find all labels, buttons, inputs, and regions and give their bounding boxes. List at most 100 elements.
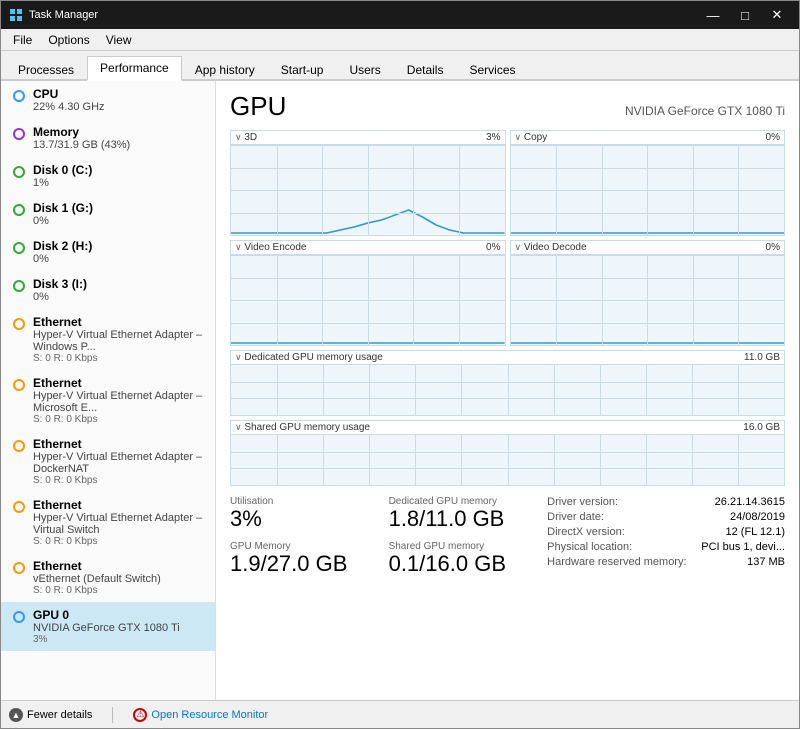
tab-users[interactable]: Users: [336, 58, 393, 81]
tab-start-up[interactable]: Start-up: [268, 58, 337, 81]
info-value-2: 12 (FL 12.1): [726, 526, 786, 538]
memory-grid-v-0-6: [508, 365, 509, 415]
open-resource-monitor-button[interactable]: ⚠ Open Resource Monitor: [133, 708, 268, 722]
sidebar-dot-disk3: [13, 280, 25, 292]
grid-v-3-5: [738, 255, 739, 345]
sidebar-title-disk2: Disk 2 (H:): [33, 239, 203, 253]
menubar: FileOptionsView: [1, 29, 799, 51]
info-label-3: Physical location:: [547, 541, 632, 553]
sidebar-text-gpu0: GPU 0NVIDIA GeForce GTX 1080 Ti3%: [33, 608, 203, 645]
memory-grid-v-0-5: [461, 365, 462, 415]
stat-item-0: Utilisation3%: [230, 496, 389, 531]
memory-grid-v-1-2: [323, 435, 324, 485]
stat-value-2-1: 0.1/16.0 GB: [389, 552, 548, 576]
memory-grid-v-1-3: [369, 435, 370, 485]
chart-box-copy: ∨ Copy0%: [510, 130, 786, 236]
fewer-details-button[interactable]: ▲ Fewer details: [9, 708, 92, 722]
memory-grid-v-1-9: [646, 435, 647, 485]
memory-grid-v-0-3: [369, 365, 370, 415]
grid-v-3-2: [602, 255, 603, 345]
sidebar-subtitle-eth2: Hyper-V Virtual Ethernet Adapter – Docke…: [33, 451, 203, 475]
menu-item-view[interactable]: View: [98, 31, 140, 49]
stats-col-1: Utilisation3%GPU Memory1.9/27.0 GB: [230, 496, 389, 586]
memory-grid-v-0-4: [415, 365, 416, 415]
stat-value-1: 1.9/27.0 GB: [230, 552, 389, 576]
menu-item-options[interactable]: Options: [40, 31, 97, 49]
minimize-button[interactable]: —: [699, 5, 727, 25]
stat-value-2-0: 1.8/11.0 GB: [389, 507, 548, 531]
info-row-3: Physical location:PCI bus 1, devi...: [547, 541, 785, 553]
tab-processes[interactable]: Processes: [5, 58, 87, 81]
sidebar-text-eth1: EthernetHyper-V Virtual Ethernet Adapter…: [33, 376, 203, 425]
tab-app-history[interactable]: App history: [182, 58, 268, 81]
sidebar-subtitle-cpu: 22% 4.30 GHz: [33, 101, 203, 113]
memory-chart-box-1: ∨ Shared GPU memory usage16.0 GB: [230, 420, 785, 486]
charts-grid: ∨ 3D3%∨ Copy0%∨ Video Encode0%∨ Video De…: [230, 130, 785, 346]
memory-chart-area-1: [231, 435, 784, 485]
sidebar-text-memory: Memory13.7/31.9 GB (43%): [33, 125, 203, 151]
grid-v-3-4: [693, 255, 694, 345]
sidebar-sub2-eth4: S: 0 R: 0 Kbps: [33, 585, 203, 596]
sidebar-item-gpu0[interactable]: GPU 0NVIDIA GeForce GTX 1080 Ti3%: [1, 602, 215, 651]
chart-area-1: [511, 145, 785, 235]
memory-grid-v-1-10: [692, 435, 693, 485]
sidebar-subtitle-disk3: 0%: [33, 291, 203, 303]
menu-item-file[interactable]: File: [5, 31, 40, 49]
memory-grid-v-1-1: [277, 435, 278, 485]
gpu-title: GPU: [230, 91, 286, 122]
sidebar-item-eth4[interactable]: EthernetvEthernet (Default Switch)S: 0 R…: [1, 553, 215, 602]
sidebar-item-eth3[interactable]: EthernetHyper-V Virtual Ethernet Adapter…: [1, 492, 215, 553]
sidebar-item-memory[interactable]: Memory13.7/31.9 GB (43%): [1, 119, 215, 157]
sidebar-dot-eth3: [13, 501, 25, 513]
memory-grid-v-0-7: [554, 365, 555, 415]
sidebar-title-eth2: Ethernet: [33, 437, 203, 451]
sidebar-item-disk1[interactable]: Disk 1 (G:)0%: [1, 195, 215, 233]
memory-grid-v-1-6: [508, 435, 509, 485]
task-manager-window: Task Manager — □ ✕ FileOptionsView Proce…: [0, 0, 800, 729]
grid-v-1-5: [738, 145, 739, 235]
sidebar-sub2-eth1: S: 0 R: 0 Kbps: [33, 414, 203, 425]
grid-v-2-5: [459, 255, 460, 345]
grid-v-2-4: [413, 255, 414, 345]
tab-services[interactable]: Services: [456, 58, 528, 81]
sidebar-subtitle-gpu0: NVIDIA GeForce GTX 1080 Ti: [33, 622, 203, 634]
chart-box-video-decode: ∨ Video Decode0%: [510, 240, 786, 346]
sidebar-subtitle-eth1: Hyper-V Virtual Ethernet Adapter – Micro…: [33, 390, 203, 414]
memory-grid-v-0-8: [600, 365, 601, 415]
memory-grid-v-1-8: [600, 435, 601, 485]
memory-grid-v-1-7: [554, 435, 555, 485]
sidebar-item-cpu[interactable]: CPU22% 4.30 GHz: [1, 81, 215, 119]
gpu-name: NVIDIA GeForce GTX 1080 Ti: [625, 104, 785, 118]
sidebar-text-eth0: EthernetHyper-V Virtual Ethernet Adapter…: [33, 315, 203, 364]
sidebar-item-eth1[interactable]: EthernetHyper-V Virtual Ethernet Adapter…: [1, 370, 215, 431]
tab-performance[interactable]: Performance: [87, 56, 182, 81]
sidebar-item-disk0[interactable]: Disk 0 (C:)1%: [1, 157, 215, 195]
sidebar-title-disk0: Disk 0 (C:): [33, 163, 203, 177]
sidebar-item-eth0[interactable]: EthernetHyper-V Virtual Ethernet Adapter…: [1, 309, 215, 370]
sidebar-item-disk2[interactable]: Disk 2 (H:)0%: [1, 233, 215, 271]
grid-v-1-3: [647, 145, 648, 235]
info-label-2: DirectX version:: [547, 526, 625, 538]
close-button[interactable]: ✕: [763, 5, 791, 25]
tab-details[interactable]: Details: [394, 58, 457, 81]
maximize-button[interactable]: □: [731, 5, 759, 25]
chart-grid-2: [231, 255, 505, 345]
sidebar-subtitle-memory: 13.7/31.9 GB (43%): [33, 139, 203, 151]
sidebar-item-disk3[interactable]: Disk 3 (I:)0%: [1, 271, 215, 309]
sidebar-sub2-eth0: S: 0 R: 0 Kbps: [33, 353, 203, 364]
sidebar-dot-memory: [13, 128, 25, 140]
gpu-header: GPU NVIDIA GeForce GTX 1080 Ti: [230, 91, 785, 122]
main-content: CPU22% 4.30 GHz Memory13.7/31.9 GB (43%) D…: [1, 81, 799, 700]
footer-divider: [112, 707, 113, 723]
memory-grid-v-0-9: [646, 365, 647, 415]
memory-grid-v-0-2: [323, 365, 324, 415]
chart-area-0: [231, 145, 505, 235]
sidebar-title-eth0: Ethernet: [33, 315, 203, 329]
memory-chart-label-1: ∨ Shared GPU memory usage16.0 GB: [231, 421, 784, 435]
memory-grid-v-1-5: [461, 435, 462, 485]
sidebar-dot-disk2: [13, 242, 25, 254]
sidebar-subtitle-eth0: Hyper-V Virtual Ethernet Adapter – Windo…: [33, 329, 203, 353]
title-bar-left: Task Manager: [9, 8, 98, 22]
sidebar-item-eth2[interactable]: EthernetHyper-V Virtual Ethernet Adapter…: [1, 431, 215, 492]
app-icon: [9, 8, 23, 22]
